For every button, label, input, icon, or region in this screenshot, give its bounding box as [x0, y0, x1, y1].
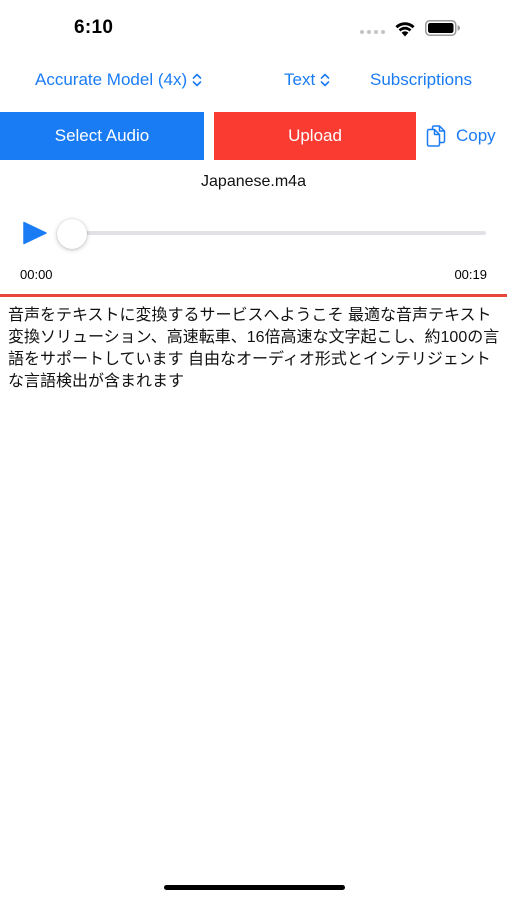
subscriptions-link[interactable]: Subscriptions: [370, 70, 472, 90]
home-indicator[interactable]: [164, 885, 345, 890]
chevron-up-down-icon: [192, 73, 202, 87]
status-bar: 6:10: [0, 0, 507, 56]
playback-slider-thumb[interactable]: [57, 219, 87, 249]
output-format-selector[interactable]: Text: [284, 70, 330, 90]
top-nav: Accurate Model (4x) Text Subscriptions: [0, 66, 507, 98]
select-audio-button[interactable]: Select Audio: [0, 112, 204, 160]
signal-dots-icon: [360, 30, 385, 34]
duration-time: 00:19: [454, 267, 487, 282]
status-time: 6:10: [74, 17, 114, 38]
copy-button[interactable]: Copy: [426, 112, 507, 160]
model-selector-label: Accurate Model (4x): [35, 70, 188, 89]
copy-button-label: Copy: [456, 126, 496, 145]
chevron-up-down-icon: [320, 73, 330, 87]
wifi-icon: [395, 22, 415, 37]
audio-file-name: Japanese.m4a: [201, 173, 306, 190]
model-selector[interactable]: Accurate Model (4x): [35, 70, 202, 90]
transcript-text: 音声をテキストに変換するサービスへようこそ 最適な音声テキスト変換ソリューション…: [8, 307, 500, 390]
upload-button[interactable]: Upload: [214, 112, 416, 160]
current-time: 00:00: [20, 267, 53, 282]
output-format-label: Text: [284, 70, 316, 89]
playback-slider[interactable]: [60, 231, 486, 235]
copy-icon: [426, 125, 446, 147]
divider: [0, 294, 507, 297]
play-icon[interactable]: [22, 221, 48, 245]
battery-icon: [425, 20, 460, 36]
